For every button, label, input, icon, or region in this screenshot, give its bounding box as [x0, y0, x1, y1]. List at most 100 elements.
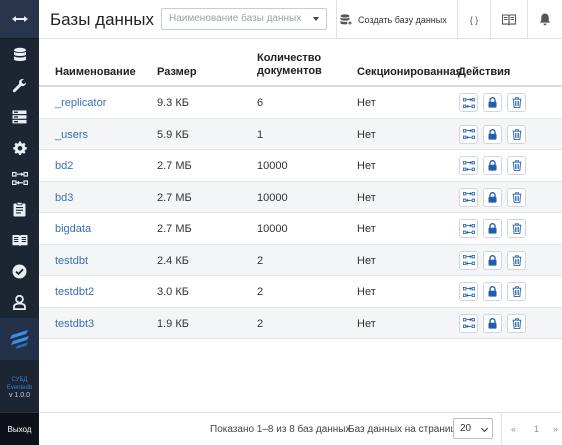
per-page-value: 20: [460, 423, 472, 434]
document-count: 1: [257, 128, 264, 141]
table-row: bigdata 2.7 МБ 10000 Нет: [39, 213, 562, 245]
delete-button[interactable]: [507, 156, 526, 175]
replicate-button[interactable]: [459, 313, 478, 333]
lock-icon: [488, 286, 497, 297]
sharded-value: Нет: [357, 286, 376, 298]
replicate-button[interactable]: [459, 156, 478, 175]
sidebar-item-databases[interactable]: [0, 39, 39, 70]
sidebar: СУБД Eventedb v 1.0.0 Выход: [0, 0, 39, 445]
lock-icon: [488, 128, 497, 140]
row-actions: [459, 124, 526, 144]
row-actions: [459, 250, 526, 270]
delete-button[interactable]: [507, 250, 526, 270]
permissions-button[interactable]: [483, 313, 502, 333]
page-1-button[interactable]: 1: [534, 424, 539, 434]
replication-icon: [11, 172, 28, 185]
replicate-button[interactable]: [459, 250, 478, 270]
sidebar-item-tools[interactable]: [0, 70, 39, 101]
replicate-button[interactable]: [459, 93, 478, 112]
column-actions-header: Действия: [458, 66, 511, 78]
column-count-header: Количество документов: [257, 52, 322, 77]
row-actions: [459, 313, 526, 333]
document-count: 2: [257, 254, 264, 267]
trash-icon: [512, 317, 521, 329]
database-size: 3.0 КБ: [157, 286, 189, 298]
page-title: Базы данных: [50, 10, 155, 29]
table-body: _replicator 9.3 КБ 6 Нет _users 5.9 КБ 1 Нет bd2…: [39, 87, 562, 339]
search-placeholder: Наименование базы данных: [169, 13, 302, 24]
docs-button[interactable]: [491, 0, 527, 39]
table-row: testdbt3 1.9 КБ 2 Нет: [39, 307, 562, 339]
delete-button[interactable]: [507, 124, 526, 144]
database-name-link[interactable]: testdbt: [55, 255, 88, 267]
book-icon: [12, 235, 27, 247]
replicate-button[interactable]: [459, 282, 478, 301]
exit-button[interactable]: Выход: [0, 412, 39, 445]
permissions-button[interactable]: [483, 250, 502, 270]
logo-icon: [9, 330, 29, 349]
permissions-button[interactable]: [483, 93, 502, 112]
sidebar-item-replication[interactable]: [0, 163, 39, 194]
sidebar-item-settings[interactable]: [0, 132, 39, 163]
database-size: 2.7 МБ: [157, 223, 192, 235]
user-icon: [13, 295, 26, 310]
replicate-icon: [462, 318, 475, 328]
database-name-link[interactable]: testdbt2: [55, 286, 94, 298]
trash-icon: [512, 223, 521, 234]
version-sub: Eventedb: [6, 385, 33, 391]
databases-icon: [13, 47, 26, 61]
delete-button[interactable]: [507, 219, 526, 238]
column-name-header: Наименование: [55, 66, 136, 78]
sidebar-item-tasks[interactable]: [0, 194, 39, 225]
permissions-button[interactable]: [483, 124, 502, 144]
sidebar-item-servers[interactable]: [0, 101, 39, 132]
delete-button[interactable]: [507, 313, 526, 333]
check-circle-icon: [12, 264, 27, 279]
database-name-link[interactable]: _replicator: [55, 97, 106, 109]
servers-icon: [12, 110, 27, 123]
version-number: v 1.0.0: [8, 392, 30, 399]
trash-icon: [512, 128, 521, 140]
table-header: Наименование Размер Количество документо…: [39, 40, 562, 87]
database-name-link[interactable]: bd2: [55, 160, 73, 172]
database-name-link[interactable]: _users: [55, 129, 88, 141]
delete-button[interactable]: [507, 187, 526, 207]
replicate-button[interactable]: [459, 219, 478, 238]
gear-icon: [12, 141, 27, 155]
per-page-select[interactable]: 20: [453, 418, 493, 439]
sidebar-item-docs[interactable]: [0, 225, 39, 256]
row-actions: [459, 187, 526, 207]
delete-button[interactable]: [507, 282, 526, 301]
permissions-button[interactable]: [483, 282, 502, 301]
create-database-button[interactable]: Создать базу данных: [340, 0, 447, 39]
table-row: _users 5.9 КБ 1 Нет: [39, 118, 562, 150]
permissions-button[interactable]: [483, 156, 502, 175]
replicate-button[interactable]: [459, 124, 478, 144]
divider: [336, 0, 337, 39]
permissions-button[interactable]: [483, 187, 502, 207]
sidebar-item-users[interactable]: [0, 287, 39, 318]
per-page-label: Баз данных на странице: [348, 424, 462, 435]
first-page-button[interactable]: «: [511, 424, 516, 434]
permissions-button[interactable]: [483, 219, 502, 238]
database-name-link[interactable]: testdbt3: [55, 318, 94, 330]
database-name-link[interactable]: bigdata: [55, 223, 91, 235]
database-search-select[interactable]: Наименование базы данных: [161, 8, 327, 30]
table-row: testdbt 2.4 КБ 2 Нет: [39, 244, 562, 276]
wrench-icon: [12, 79, 26, 93]
create-database-label: Создать базу данных: [358, 14, 447, 25]
book-open-icon: [502, 13, 516, 25]
notifications-button[interactable]: [528, 0, 562, 39]
replicate-button[interactable]: [459, 187, 478, 207]
sidebar-item-verify[interactable]: [0, 256, 39, 287]
json-view-button[interactable]: { }: [458, 0, 490, 39]
database-size: 9.3 КБ: [157, 97, 189, 109]
brand-logo: [0, 318, 39, 360]
replicate-icon: [462, 286, 475, 297]
last-page-button[interactable]: »: [553, 424, 558, 434]
delete-button[interactable]: [507, 93, 526, 112]
trash-icon: [512, 97, 521, 108]
replicate-icon: [462, 160, 475, 171]
database-name-link[interactable]: bd3: [55, 192, 73, 204]
sidebar-toggle[interactable]: [0, 0, 39, 39]
